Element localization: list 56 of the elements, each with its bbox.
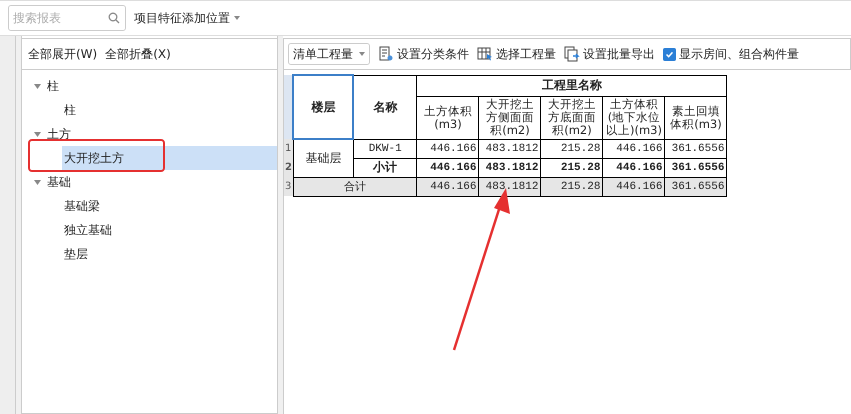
table-cell: 361.6556 <box>664 139 727 158</box>
table-cell: 215.28 <box>540 139 603 158</box>
table-cell: 小计 <box>353 158 417 177</box>
toolbar-button[interactable]: 设置分类条件 <box>378 46 469 62</box>
expanded-caret-icon <box>34 84 41 88</box>
tree-item[interactable]: 基础 <box>22 170 277 194</box>
position-dropdown[interactable]: 项目特征添加位置 <box>130 8 244 28</box>
toolbar-button[interactable]: 设置批量导出 <box>564 46 655 62</box>
column-header: 土方体积(地下水位以上)(m3) <box>602 96 665 139</box>
checkbox-label: 显示房间、组合构件量 <box>679 46 799 62</box>
tree-item[interactable]: 大开挖土方 <box>62 146 277 170</box>
tree-item[interactable]: 柱 <box>22 98 277 122</box>
checkbox[interactable] <box>663 48 676 60</box>
search-field[interactable]: 搜索报表 <box>8 5 126 31</box>
table-cell: 446.166 <box>416 158 479 177</box>
caret-icon <box>234 16 240 20</box>
document-gear-icon <box>378 46 394 62</box>
toolbar-button[interactable]: 选择工程量 <box>477 46 556 62</box>
tree-item[interactable]: 柱 <box>22 74 277 98</box>
column-header: 楼层 <box>293 75 354 139</box>
tree-item[interactable]: 土方 <box>22 122 277 146</box>
table-cell: 483.1812 <box>478 177 541 196</box>
row-number: 3 <box>284 177 294 196</box>
table-cell: 合计 <box>293 177 417 196</box>
search-icon <box>108 12 120 24</box>
table-cell: 361.6556 <box>664 158 727 177</box>
table-cell: 446.166 <box>602 158 665 177</box>
column-header: 土方体积(m3) <box>416 96 479 139</box>
tree-item[interactable]: 垫层 <box>22 242 277 266</box>
column-group-header: 工程里名称 <box>416 75 727 96</box>
table-cell: 215.28 <box>540 158 603 177</box>
table-cursor-icon <box>477 46 493 62</box>
column-header: 大开挖土方底面面积(m2) <box>540 96 603 139</box>
column-header: 名称 <box>353 75 417 139</box>
row-number: 2 <box>284 158 294 177</box>
table-cell: 215.28 <box>540 177 603 196</box>
expanded-caret-icon <box>34 132 41 136</box>
table-cell: DKW-1 <box>353 139 417 158</box>
column-header: 大开挖土方侧面面积(m2) <box>478 96 541 139</box>
quantity-dropdown[interactable]: 清单工程量 <box>288 43 370 65</box>
expanded-caret-icon <box>34 180 41 184</box>
row-number: 1 <box>284 139 294 158</box>
table-cell: 361.6556 <box>664 177 727 196</box>
toolbar-button[interactable]: 全部折叠(X) <box>105 46 171 62</box>
documents-export-icon <box>564 46 580 62</box>
column-header: 素土回填体积(m3) <box>664 96 727 139</box>
table-cell: 446.166 <box>416 139 479 158</box>
table-cell: 446.166 <box>602 177 665 196</box>
tree-item[interactable]: 独立基础 <box>22 218 277 242</box>
tree-item[interactable]: 基础梁 <box>22 194 277 218</box>
table-cell: 483.1812 <box>478 139 541 158</box>
caret-icon <box>359 52 365 56</box>
toolbar-button[interactable]: 全部展开(W) <box>28 46 98 62</box>
table-cell: 446.166 <box>602 139 665 158</box>
table-cell: 483.1812 <box>478 158 541 177</box>
table-cell: 446.166 <box>416 177 479 196</box>
